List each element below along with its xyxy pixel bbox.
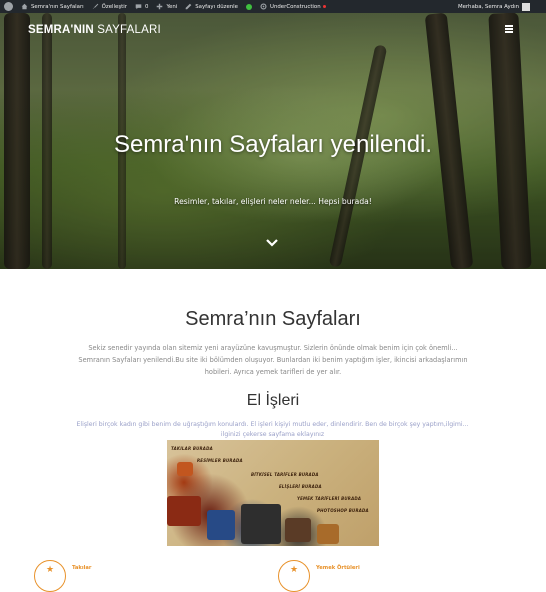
star-icon: ★ bbox=[289, 565, 299, 575]
feature-takilar[interactable]: ★ Takılar bbox=[34, 560, 91, 592]
status-dot-icon bbox=[246, 3, 252, 10]
puzzle-label: TAKILAR BURADA bbox=[171, 446, 213, 451]
underconstruction-link[interactable]: UnderConstruction bbox=[256, 0, 330, 13]
feature-icon-circle: ★ bbox=[278, 560, 310, 592]
underconstruction-label: UnderConstruction bbox=[270, 3, 321, 10]
comments-link[interactable]: 0 bbox=[131, 0, 152, 13]
puzzle-piece bbox=[285, 518, 311, 542]
hero-section: SEMRA'NIN SAYFALARI Semra'nın Sayfaları … bbox=[0, 13, 546, 269]
customize-label: Özelleştir bbox=[101, 3, 128, 10]
site-name-link[interactable]: Semra'nın Sayfaları bbox=[17, 0, 88, 13]
wordpress-logo-button[interactable] bbox=[0, 0, 17, 13]
comment-icon bbox=[135, 4, 142, 10]
puzzle-piece bbox=[317, 524, 339, 544]
new-label: Yeni bbox=[166, 3, 178, 10]
el-isleri-title: El İşleri bbox=[246, 392, 300, 409]
account-menu[interactable]: Merhaba, Semra Aydın bbox=[457, 2, 546, 11]
home-icon bbox=[21, 3, 28, 10]
plus-icon bbox=[157, 3, 163, 10]
section-title: Semra’nın Sayfaları bbox=[185, 308, 361, 330]
greeting-label: Merhaba, Semra Aydın bbox=[457, 3, 519, 10]
star-icon: ★ bbox=[45, 565, 55, 575]
pencil-icon bbox=[185, 3, 192, 10]
site-brand[interactable]: SEMRA'NIN SAYFALARI bbox=[28, 24, 161, 36]
hamburger-menu-icon[interactable] bbox=[505, 25, 513, 33]
comments-count: 0 bbox=[145, 3, 149, 10]
seo-status-link[interactable] bbox=[242, 0, 256, 13]
new-content-link[interactable]: Yeni bbox=[152, 0, 181, 13]
brand-bold: SEMRA'NIN bbox=[28, 24, 94, 36]
puzzle-piece bbox=[207, 510, 235, 540]
feature-icon-circle: ★ bbox=[34, 560, 66, 592]
hero-subtitle: Resimler, takılar, elişleri neler neler.… bbox=[174, 197, 372, 206]
gear-icon bbox=[260, 3, 267, 10]
admin-bar: Semra'nın Sayfaları Özelleştir 0 Yeni Sa… bbox=[0, 0, 546, 13]
chevron-down-icon[interactable] bbox=[266, 237, 278, 249]
wordpress-icon bbox=[4, 2, 13, 11]
puzzle-piece bbox=[241, 504, 281, 544]
puzzle-piece bbox=[167, 496, 201, 526]
edit-page-label: Sayfayı düzenle bbox=[195, 3, 238, 10]
feature-label: Takılar bbox=[72, 565, 92, 571]
feature-label: Yemek Örtüleri bbox=[316, 565, 360, 571]
puzzle-label: BİTKİSEL TARİFLER BURADA bbox=[251, 472, 319, 477]
alert-dot-icon bbox=[322, 5, 326, 8]
edit-page-link[interactable]: Sayfayı düzenle bbox=[181, 0, 242, 13]
puzzle-label: RESİMLER BURADA bbox=[197, 458, 243, 463]
puzzle-label: ELİŞLERİ BURADA bbox=[279, 484, 322, 489]
intro-text: Sekiz senedir yayında olan sitemiz yeni … bbox=[78, 344, 468, 376]
hero-title: Semra'nın Sayfaları yenilendi. bbox=[113, 131, 433, 158]
puzzle-label: PHOTOSHOP BURADA bbox=[317, 508, 369, 513]
customize-link[interactable]: Özelleştir bbox=[88, 0, 131, 13]
puzzle-image[interactable]: TAKILAR BURADA RESİMLER BURADA BİTKİSEL … bbox=[167, 440, 379, 546]
site-name-label: Semra'nın Sayfaları bbox=[31, 3, 84, 10]
avatar bbox=[522, 2, 530, 11]
feature-yemek-ortuleri[interactable]: ★ Yemek Örtüleri bbox=[278, 560, 360, 592]
puzzle-label: YEMEK TARİFLERİ BURADA bbox=[297, 496, 362, 501]
puzzle-piece bbox=[177, 462, 193, 476]
brand-rest: SAYFALARI bbox=[93, 24, 161, 36]
brush-icon bbox=[92, 3, 98, 10]
el-isleri-description: Elişleri birçok kadın gibi benim de uğra… bbox=[76, 421, 469, 438]
